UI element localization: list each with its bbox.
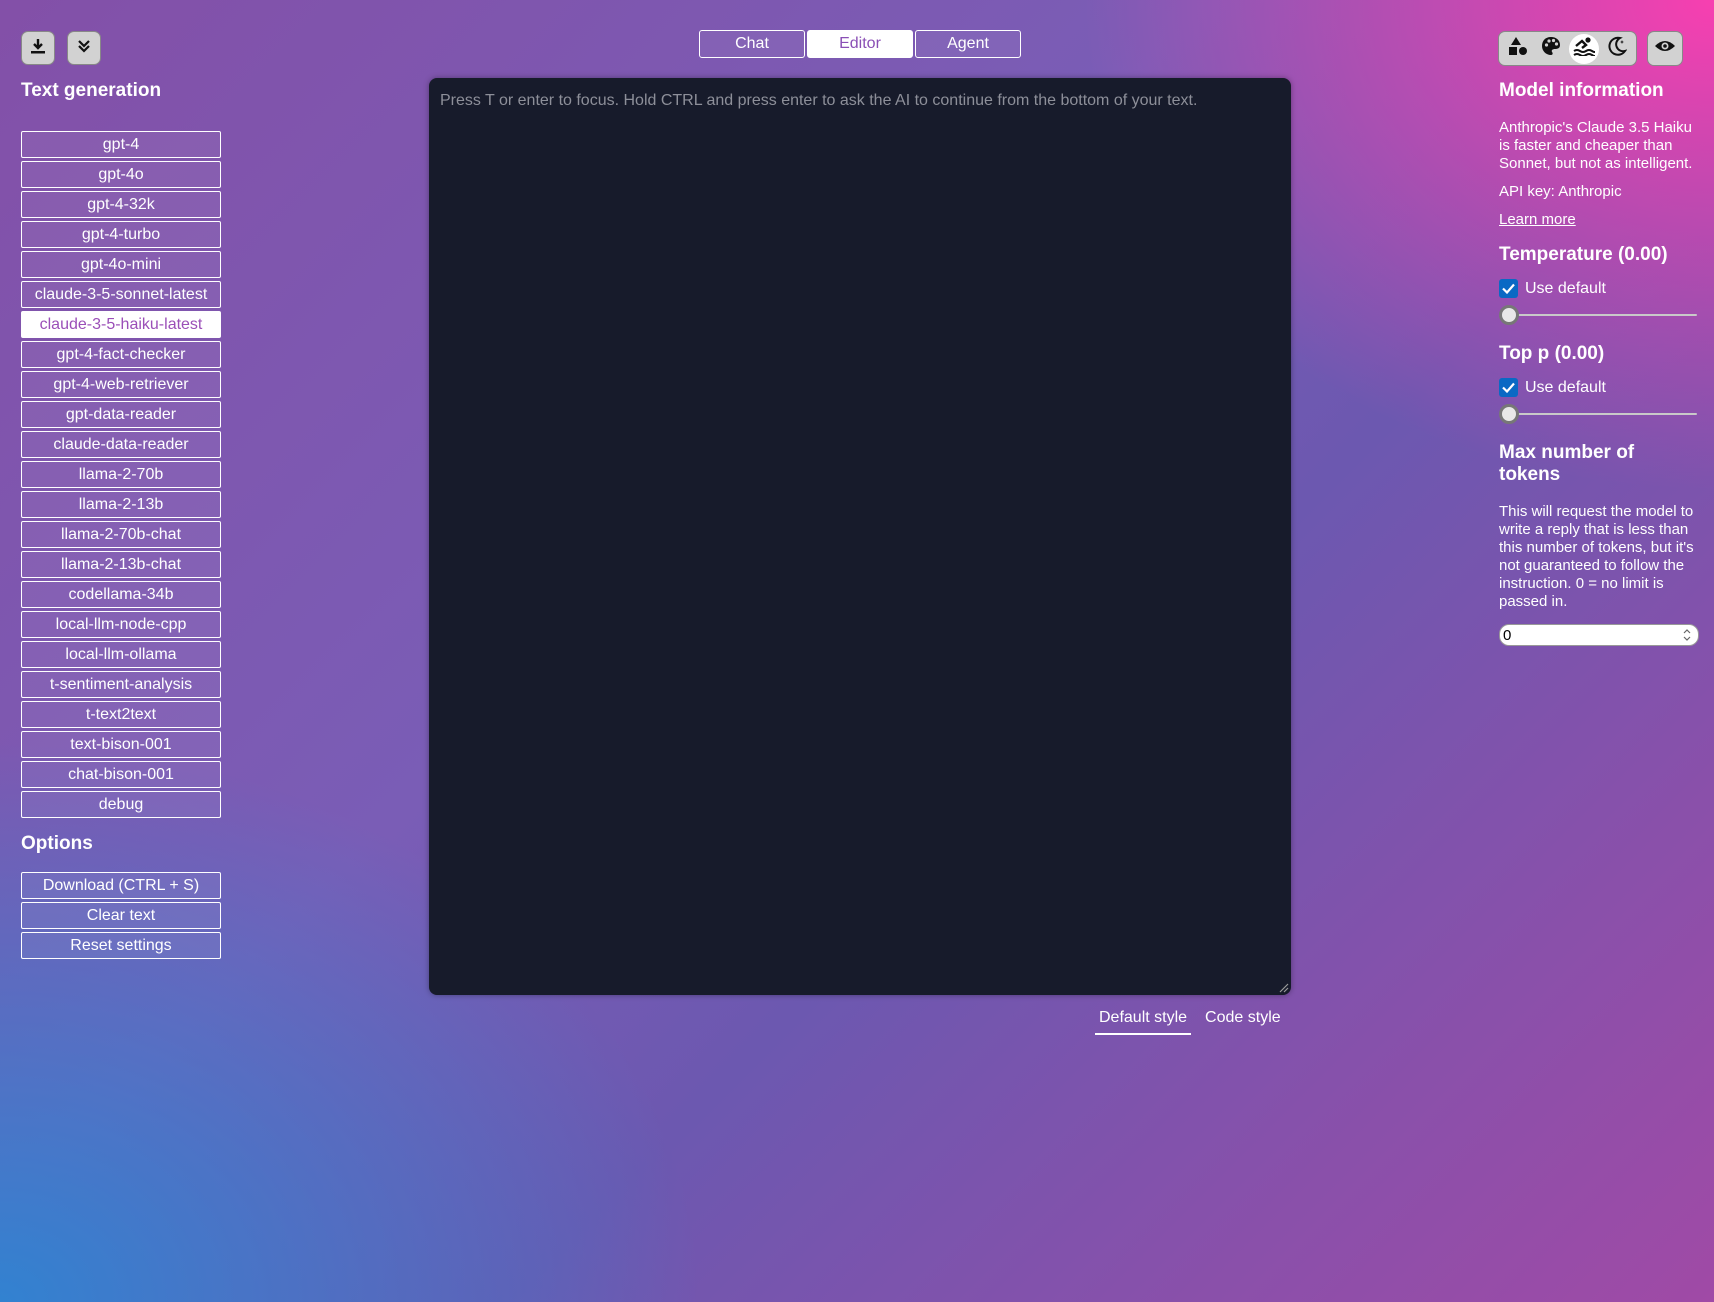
top-p-slider[interactable] (1499, 404, 1697, 424)
model-button-llama-2-13b-chat[interactable]: llama-2-13b-chat (21, 551, 221, 578)
theme-shapes-button[interactable] (1503, 34, 1533, 64)
model-button-gpt-4o[interactable]: gpt-4o (21, 161, 221, 188)
toggle-visibility-button[interactable] (1647, 31, 1683, 66)
model-button-llama-2-13b[interactable]: llama-2-13b (21, 491, 221, 518)
text-generation-title: Text generation (21, 80, 162, 101)
reset-settings-button[interactable]: Reset settings (21, 932, 221, 959)
model-button-chat-bison-001[interactable]: chat-bison-001 (21, 761, 221, 788)
max-tokens-value: 0 (1503, 626, 1512, 644)
options-title: Options (21, 833, 93, 854)
download-text-button[interactable]: Download (CTRL + S) (21, 872, 221, 899)
model-button-local-llm-ollama[interactable]: local-llm-ollama (21, 641, 221, 668)
editor-placeholder: Press T or enter to focus. Hold CTRL and… (440, 92, 1198, 109)
model-button-debug[interactable]: debug (21, 791, 221, 818)
model-button-t-sentiment-analysis[interactable]: t-sentiment-analysis (21, 671, 221, 698)
learn-more-link[interactable]: Learn more (1499, 211, 1699, 229)
temperature-use-default: Use default (1499, 279, 1699, 298)
model-list: gpt-4 gpt-4o gpt-4-32k gpt-4-turbo gpt-4o-mi… (21, 131, 221, 818)
top-p-default-label: Use default (1525, 378, 1606, 396)
model-button-llama-2-70b-chat[interactable]: llama-2-70b-chat (21, 521, 221, 548)
model-button-gpt-4-fact-checker[interactable]: gpt-4-fact-checker (21, 341, 221, 368)
model-button-t-text2text[interactable]: t-text2text (21, 701, 221, 728)
model-button-gpt-4[interactable]: gpt-4 (21, 131, 221, 158)
double-chevron-down-icon (76, 38, 92, 59)
model-button-gpt-4-web-retriever[interactable]: gpt-4-web-retriever (21, 371, 221, 398)
api-key-label: API key: Anthropic (1499, 183, 1622, 200)
model-button-claude-3-5-haiku-latest[interactable]: claude-3-5-haiku-latest (21, 311, 221, 338)
top-p-slider-thumb[interactable] (1499, 404, 1519, 424)
swimmer-icon (1573, 36, 1596, 61)
max-tokens-title: Max number of tokens (1499, 442, 1635, 485)
model-button-claude-data-reader[interactable]: claude-data-reader (21, 431, 221, 458)
theme-selector (1498, 31, 1637, 66)
clear-text-button[interactable]: Clear text (21, 902, 221, 929)
top-p-title: Top p (0.00) (1499, 343, 1605, 364)
max-tokens-input[interactable]: 0 (1499, 624, 1699, 646)
download-icon (29, 37, 47, 60)
model-button-llama-2-70b[interactable]: llama-2-70b (21, 461, 221, 488)
temperature-slider[interactable] (1499, 305, 1697, 325)
spinner-arrows-icon[interactable] (1683, 628, 1691, 642)
style-tabs: Default style Code style (1095, 1009, 1285, 1035)
tab-chat[interactable]: Chat (699, 30, 805, 58)
download-button[interactable] (21, 31, 55, 65)
tab-code-style[interactable]: Code style (1201, 1009, 1285, 1035)
mode-tabs: Chat Editor Agent (699, 30, 1021, 58)
top-p-slider-track (1499, 413, 1697, 415)
top-p-default-checkbox[interactable] (1499, 378, 1518, 397)
theme-palette-button[interactable] (1536, 34, 1566, 64)
model-button-gpt-4-32k[interactable]: gpt-4-32k (21, 191, 221, 218)
temperature-default-checkbox[interactable] (1499, 279, 1518, 298)
top-p-use-default: Use default (1499, 378, 1699, 397)
moon-icon (1607, 36, 1628, 61)
temperature-title: Temperature (0.00) (1499, 244, 1668, 265)
temperature-slider-track (1499, 314, 1697, 316)
tab-default-style[interactable]: Default style (1095, 1009, 1192, 1035)
model-button-gpt-4-turbo[interactable]: gpt-4-turbo (21, 221, 221, 248)
max-tokens-description: This will request the model to write a r… (1499, 503, 1694, 610)
resize-handle-icon[interactable] (1277, 981, 1289, 993)
model-button-text-bison-001[interactable]: text-bison-001 (21, 731, 221, 758)
temperature-default-label: Use default (1525, 279, 1606, 297)
text-editor[interactable]: Press T or enter to focus. Hold CTRL and… (429, 78, 1291, 995)
model-button-gpt-data-reader[interactable]: gpt-data-reader (21, 401, 221, 428)
model-button-codellama-34b[interactable]: codellama-34b (21, 581, 221, 608)
palette-icon (1541, 36, 1561, 61)
shapes-icon (1508, 36, 1528, 61)
model-button-local-llm-node-cpp[interactable]: local-llm-node-cpp (21, 611, 221, 638)
collapse-button[interactable] (67, 31, 101, 65)
eye-icon (1654, 39, 1676, 58)
tab-editor[interactable]: Editor (807, 30, 913, 58)
model-button-gpt-4o-mini[interactable]: gpt-4o-mini (21, 251, 221, 278)
left-panel: Text generation gpt-4 gpt-4o gpt-4-32k gpt-… (21, 80, 221, 959)
model-button-claude-3-5-sonnet-latest[interactable]: claude-3-5-sonnet-latest (21, 281, 221, 308)
right-panel: Model information Anthropic's Claude 3.5… (1499, 80, 1699, 646)
options-list: Download (CTRL + S) Clear text Reset set… (21, 872, 221, 962)
tab-agent[interactable]: Agent (915, 30, 1021, 58)
theme-moon-button[interactable] (1602, 34, 1632, 64)
model-info-title: Model information (1499, 80, 1664, 101)
theme-swimmer-button[interactable] (1569, 33, 1599, 64)
temperature-slider-thumb[interactable] (1499, 305, 1519, 325)
model-description: Anthropic's Claude 3.5 Haiku is faster a… (1499, 119, 1693, 172)
